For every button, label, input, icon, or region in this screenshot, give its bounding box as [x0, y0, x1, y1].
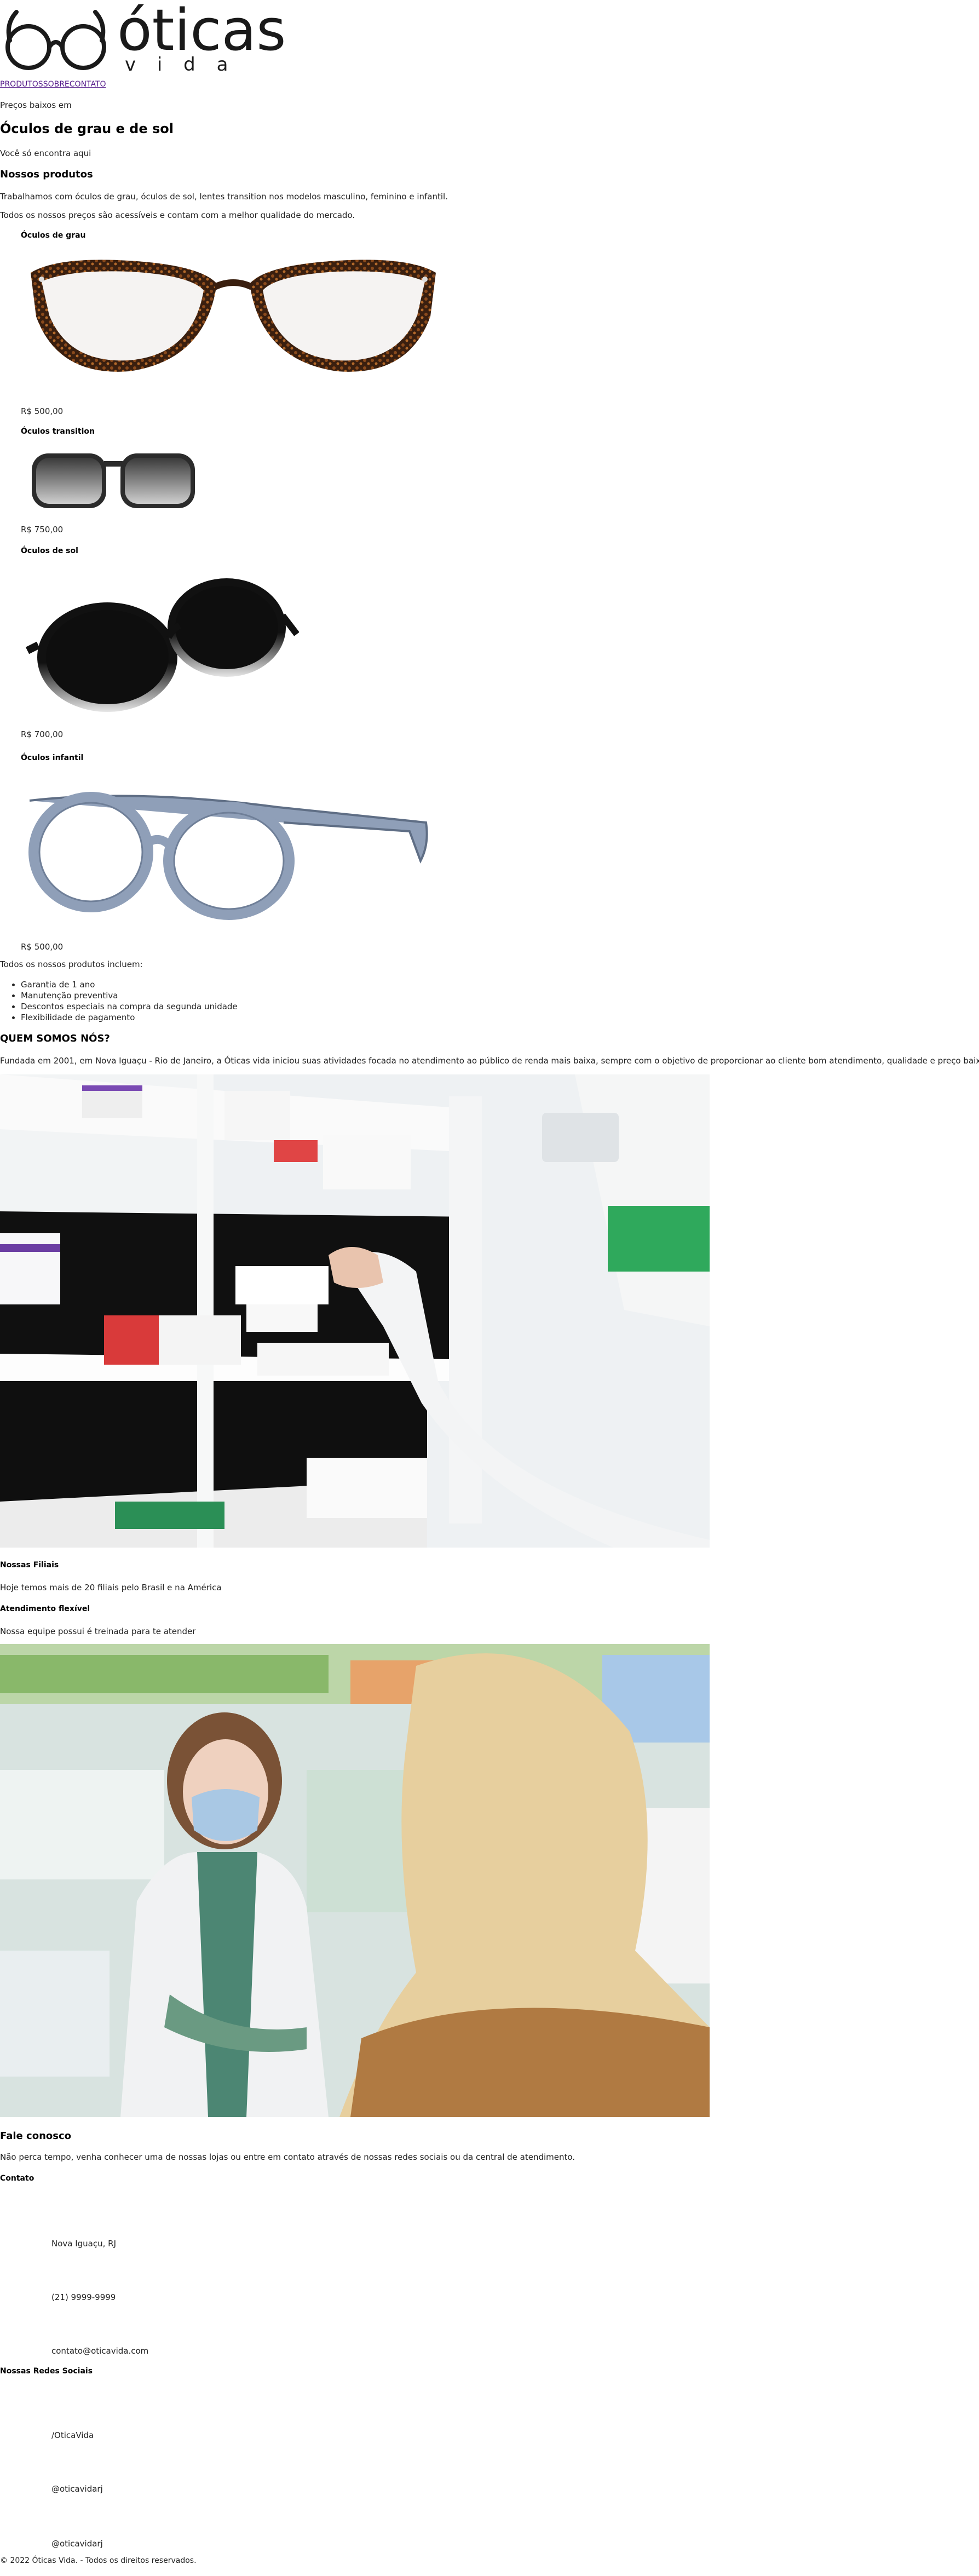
contact-heading: Fale conosco [0, 2130, 71, 2142]
includes-list: Garantia de 1 ano Manutenção preventiva … [0, 979, 238, 1023]
nav-link-contato[interactable]: CONTATO [70, 80, 106, 89]
location-icon: ⚲ [27, 2212, 36, 2226]
product-card: Óculos transition R$ 750,00 [21, 427, 240, 537]
social-heading: Nossas Redes Sociais [0, 2367, 93, 2376]
sunglasses-image [25, 578, 299, 712]
email-text[interactable]: contato@oticavida.com [51, 2346, 148, 2356]
hero-intro: Preços baixos em [0, 100, 72, 110]
list-item: Descontos especiais na compra da segunda… [21, 1001, 238, 1012]
kids-glasses-image [28, 792, 428, 920]
main-nav: PRODUTOSSOBRECONTATO [0, 80, 106, 89]
email-item[interactable]: ✉ contato@oticavida.com [0, 2305, 219, 2360]
facebook-item[interactable]: f /OticaVida [0, 2382, 219, 2440]
about-text: Fundada em 2001, em Nova Iguaçu - Rio de… [0, 1056, 979, 1066]
includes-intro: Todos os nossos produtos incluem: [0, 959, 143, 969]
product-name: Óculos de grau [21, 231, 86, 240]
email-icon: ✉ [27, 2327, 37, 2341]
transition-glasses-image [32, 453, 195, 508]
contact-text: Não perca tempo, venha conhecer uma de n… [0, 2152, 575, 2162]
phone-text[interactable]: (21) 9999-9999 [51, 2292, 116, 2302]
nav-link-sobre[interactable]: SOBRE [43, 80, 70, 89]
product-price: R$ 500,00 [21, 406, 64, 416]
product-name: Óculos transition [21, 427, 95, 436]
branches-heading: Nossas Filiais [0, 1561, 59, 1569]
products-heading: Nossos produtos [0, 169, 93, 180]
branches-text: Hoje temos mais de 20 filiais pelo Brasi… [0, 1583, 222, 1592]
list-item: Garantia de 1 ano [21, 979, 238, 990]
hero-subtitle: Você só encontra aqui [0, 148, 91, 158]
brand-tagline: v i d a [125, 54, 236, 76]
list-item: Flexibilidade de pagamento [21, 1012, 238, 1023]
product-card: Óculos de grau R$ 500,00 [21, 231, 448, 417]
product-price: R$ 700,00 [21, 729, 64, 739]
hero-title: Óculos de grau e de sol [0, 121, 174, 136]
product-price: R$ 500,00 [21, 942, 64, 952]
product-price: R$ 750,00 [21, 525, 64, 534]
twitter-item[interactable]: ✦ @oticavidarj [0, 2492, 219, 2549]
location-text: Nova Iguaçu, RJ [51, 2239, 117, 2249]
product-card: Óculos infantil R$ 500,00 [21, 754, 448, 956]
phone-icon: ☎ [27, 2273, 41, 2286]
prescription-glasses-image [31, 260, 436, 372]
nav-link-produtos[interactable]: PRODUTOS [0, 80, 43, 89]
footer-text: © 2022 Óticas Vida. - Todos os direitos … [0, 2556, 197, 2565]
list-item: Manutenção preventiva [21, 990, 238, 1001]
service-heading: Atendimento flexível [0, 1605, 90, 1613]
about-heading: QUEM SOMOS NÓS? [0, 1033, 110, 1044]
twitter-icon: ✦ [27, 2514, 37, 2527]
products-text-1: Trabalhamos com óculos de grau, óculos d… [0, 192, 448, 202]
contact-subheading: Contato [0, 2174, 34, 2183]
products-text-2: Todos os nossos preços são acessíveis e … [0, 210, 355, 220]
phone-item[interactable]: ☎ (21) 9999-9999 [0, 2251, 219, 2305]
store-shelves-photo [0, 1074, 710, 1548]
product-name: Óculos infantil [21, 754, 84, 762]
instagram-item[interactable]: □ @oticavidarj [0, 2437, 219, 2494]
twitter-text[interactable]: @oticavidarj [51, 2539, 103, 2549]
facebook-icon: f [27, 2404, 32, 2417]
location-item: ⚲ Nova Iguaçu, RJ [0, 2190, 219, 2251]
glasses-logo-icon [5, 10, 106, 70]
site-logo[interactable]: óticas v i d a [0, 0, 307, 82]
product-name: Óculos de sol [21, 547, 78, 555]
service-text: Nossa equipe possui é treinada para te a… [0, 1626, 196, 1636]
product-card: Óculos de sol R$ 700,00 [21, 547, 327, 755]
instagram-icon: □ [27, 2459, 38, 2472]
pharmacist-photo [0, 1644, 710, 2117]
